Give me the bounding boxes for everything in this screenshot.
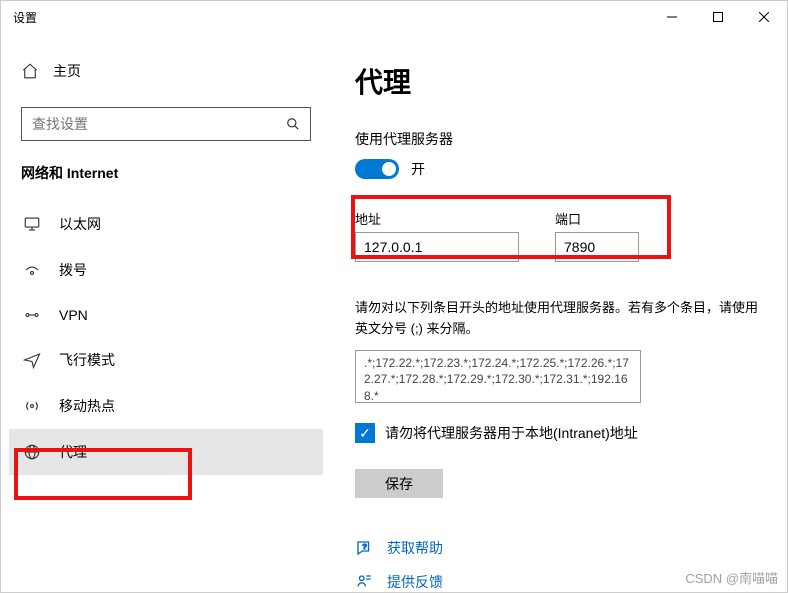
sidebar-item-vpn[interactable]: VPN	[9, 293, 323, 337]
sidebar-item-label: 移动热点	[59, 396, 115, 416]
home-label: 主页	[53, 61, 81, 81]
ethernet-icon	[23, 215, 41, 233]
sidebar-item-dialup[interactable]: 拨号	[9, 247, 323, 293]
svg-text:?: ?	[363, 542, 367, 551]
sidebar-item-airplane[interactable]: 飞行模式	[9, 337, 323, 383]
port-input[interactable]	[555, 232, 639, 262]
airplane-icon	[23, 351, 41, 369]
search-input[interactable]	[32, 116, 286, 132]
sidebar: 主页 网络和 Internet 以太网	[1, 33, 331, 592]
sidebar-item-label: 代理	[59, 442, 87, 462]
proxy-toggle[interactable]	[355, 159, 399, 179]
search-icon	[286, 117, 300, 131]
sidebar-item-label: 飞行模式	[59, 350, 115, 370]
globe-icon	[23, 443, 41, 461]
search-box[interactable]	[21, 107, 311, 141]
dialup-icon	[23, 261, 41, 279]
close-button[interactable]	[741, 1, 787, 33]
bypass-local-label: 请勿将代理服务器用于本地(Intranet)地址	[385, 423, 638, 443]
save-button[interactable]: 保存	[355, 469, 443, 498]
bypass-local-row[interactable]: ✓ 请勿将代理服务器用于本地(Intranet)地址	[355, 423, 763, 443]
get-help-row[interactable]: ? 获取帮助	[355, 538, 763, 558]
feedback-link[interactable]: 提供反馈	[387, 572, 443, 592]
vpn-icon	[23, 306, 41, 324]
sidebar-item-proxy[interactable]: 代理	[9, 429, 323, 475]
sidebar-item-label: 以太网	[59, 214, 101, 234]
bypass-local-checkbox[interactable]: ✓	[355, 423, 375, 443]
port-label: 端口	[555, 209, 639, 228]
page-title: 代理	[355, 61, 763, 101]
address-label: 地址	[355, 209, 519, 228]
sidebar-item-ethernet[interactable]: 以太网	[9, 201, 323, 247]
maximize-button[interactable]	[695, 1, 741, 33]
sidebar-item-label: VPN	[59, 307, 88, 323]
hotspot-icon	[23, 397, 41, 415]
address-port-group: 地址 端口	[355, 201, 763, 280]
toggle-row: 开	[355, 159, 763, 179]
home-link[interactable]: 主页	[9, 53, 323, 89]
titlebar: 设置	[1, 1, 787, 33]
address-input[interactable]	[355, 232, 519, 262]
home-icon	[21, 62, 39, 80]
sidebar-section-title: 网络和 Internet	[9, 163, 323, 201]
port-field: 端口	[555, 209, 639, 262]
address-field: 地址	[355, 209, 519, 262]
sidebar-nav: 以太网 拨号 VPN	[9, 201, 323, 475]
help-icon: ?	[355, 539, 373, 557]
minimize-button[interactable]	[649, 1, 695, 33]
search-wrap	[9, 107, 323, 163]
window-controls	[649, 1, 787, 33]
use-proxy-label: 使用代理服务器	[355, 129, 763, 149]
window-body: 主页 网络和 Internet 以太网	[1, 33, 787, 592]
exclude-textarea[interactable]: .*;172.22.*;172.23.*;172.24.*;172.25.*;1…	[355, 350, 641, 403]
window-title: 设置	[13, 9, 649, 26]
toggle-state-label: 开	[411, 159, 425, 179]
sidebar-item-hotspot[interactable]: 移动热点	[9, 383, 323, 429]
content-area: 代理 使用代理服务器 开 地址 端口 请	[331, 33, 787, 592]
get-help-link[interactable]: 获取帮助	[387, 538, 443, 558]
watermark: CSDN @南喵喵	[685, 568, 778, 587]
feedback-icon	[355, 573, 373, 591]
exclude-note: 请勿对以下列条目开头的地址使用代理服务器。若有多个条目，请使用英文分号 (;) …	[355, 298, 763, 340]
sidebar-item-label: 拨号	[59, 260, 87, 280]
settings-window: 设置 主页	[0, 0, 788, 593]
